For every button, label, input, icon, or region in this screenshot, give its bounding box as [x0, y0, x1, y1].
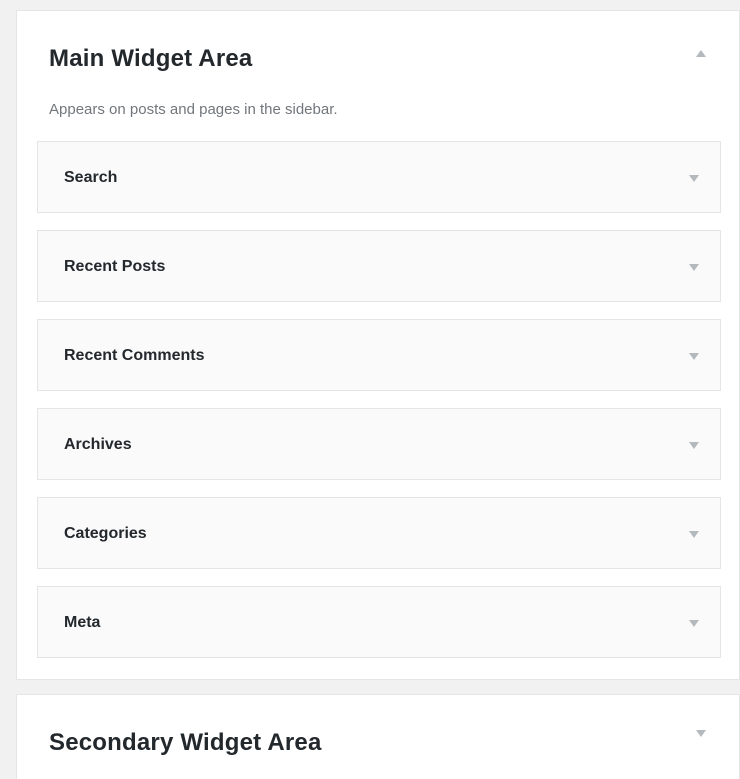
widget-search[interactable]: Search: [37, 141, 721, 213]
main-widget-area-title: Main Widget Area: [49, 45, 253, 72]
secondary-widget-area-title: Secondary Widget Area: [49, 729, 322, 756]
caret-down-icon[interactable]: [682, 344, 706, 368]
main-widget-area-header[interactable]: Main Widget Area: [17, 11, 739, 81]
caret-down-icon[interactable]: [682, 255, 706, 279]
widget-title: Recent Comments: [64, 347, 205, 364]
caret-down-icon[interactable]: [682, 611, 706, 635]
widget-categories[interactable]: Categories: [37, 497, 721, 569]
widget-meta[interactable]: Meta: [37, 586, 721, 658]
caret-down-icon[interactable]: [689, 721, 713, 745]
caret-down-icon[interactable]: [682, 166, 706, 190]
widget-recent-posts[interactable]: Recent Posts: [37, 230, 721, 302]
widget-archives[interactable]: Archives: [37, 408, 721, 480]
widget-list: Search Recent Posts Recent Comments Arch…: [37, 141, 721, 675]
widget-title: Categories: [64, 525, 147, 542]
caret-up-icon[interactable]: [689, 41, 713, 65]
main-widget-area-description: Appears on posts and pages in the sideba…: [49, 101, 338, 118]
main-widget-area-panel: Main Widget Area Appears on posts and pa…: [16, 10, 740, 680]
customizer-widgets-canvas: Main Widget Area Appears on posts and pa…: [0, 0, 740, 779]
widget-recent-comments[interactable]: Recent Comments: [37, 319, 721, 391]
widget-title: Meta: [64, 614, 101, 631]
secondary-widget-area-panel[interactable]: Secondary Widget Area: [16, 694, 740, 779]
widget-title: Search: [64, 169, 118, 186]
caret-down-icon[interactable]: [682, 522, 706, 546]
caret-down-icon[interactable]: [682, 433, 706, 457]
widget-title: Archives: [64, 436, 132, 453]
widget-title: Recent Posts: [64, 258, 166, 275]
